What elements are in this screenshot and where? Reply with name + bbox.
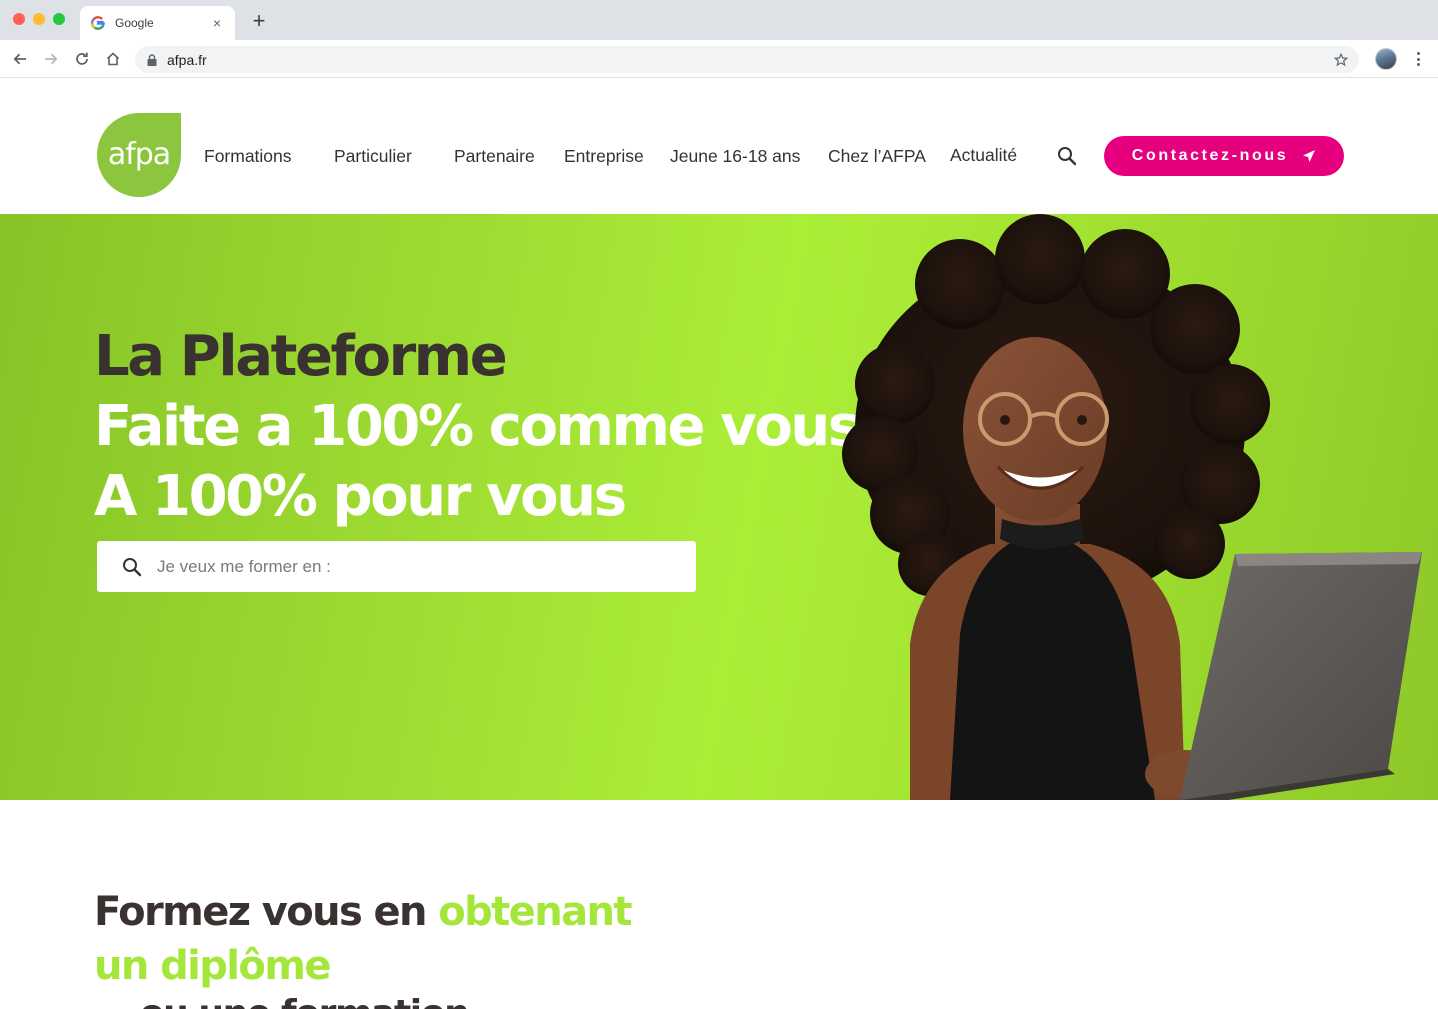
new-tab-button[interactable]: + xyxy=(248,10,270,32)
search-icon xyxy=(121,556,143,578)
lock-icon xyxy=(145,53,159,67)
forward-button[interactable] xyxy=(41,49,61,69)
nav-particulier[interactable]: Particulier xyxy=(334,146,412,167)
hero-title-line-2: Faite a 100% comme vous xyxy=(94,394,861,459)
logo-text: afpa xyxy=(107,136,171,172)
address-bar[interactable]: afpa.fr xyxy=(135,46,1359,73)
section-title: Formez vous en obtenant un diplôme xyxy=(94,885,632,993)
reload-icon xyxy=(76,52,88,65)
paper-plane-icon xyxy=(1302,149,1316,163)
maximize-window-button[interactable] xyxy=(53,13,65,25)
kebab-menu-icon[interactable] xyxy=(1410,50,1426,68)
hero-woman-with-laptop-image xyxy=(842,214,1422,800)
hero-title: La Plateforme Faite a 100% comme vous A … xyxy=(94,322,861,532)
browser-toolbar: afpa.fr xyxy=(0,40,1438,78)
contact-button-label: Contactez-nous xyxy=(1131,147,1289,164)
search-icon[interactable] xyxy=(1056,145,1078,167)
reload-button[interactable] xyxy=(72,49,92,69)
tab-close-icon[interactable]: × xyxy=(209,15,225,31)
url-text[interactable]: afpa.fr xyxy=(167,52,1333,68)
profile-avatar[interactable] xyxy=(1375,48,1397,70)
nav-entreprise[interactable]: Entreprise xyxy=(564,146,644,167)
browser-tab-bar: Google × + xyxy=(0,0,1438,40)
section-title-highlight-2: un diplôme xyxy=(94,943,331,989)
arrow-right-icon xyxy=(45,53,58,65)
tab-title: Google xyxy=(115,16,154,30)
browser-tab[interactable]: Google × xyxy=(80,6,235,40)
afpa-logo[interactable]: afpa xyxy=(97,113,181,197)
site-header: afpa Formations Particulier Partenaire E… xyxy=(0,78,1438,214)
section-title-highlight-1: obtenant xyxy=(438,889,632,935)
nav-jeune[interactable]: Jeune 16-18 ans xyxy=(670,146,800,167)
close-window-button[interactable] xyxy=(13,13,25,25)
google-g-icon xyxy=(90,15,106,31)
back-button[interactable] xyxy=(10,49,30,69)
training-search-input[interactable] xyxy=(157,556,637,577)
home-button[interactable] xyxy=(103,49,123,69)
nav-formations[interactable]: Formations xyxy=(204,146,292,167)
hero-title-line-1: La Plateforme xyxy=(94,324,508,389)
nav-chez-afpa[interactable]: Chez l’AFPA xyxy=(828,146,926,167)
arrow-left-icon xyxy=(13,53,26,65)
section-title-dark: Formez vous en xyxy=(94,889,439,935)
star-icon[interactable] xyxy=(1333,52,1349,68)
contact-button[interactable]: Contactez-nous xyxy=(1104,136,1344,176)
training-search-box[interactable] xyxy=(97,541,696,592)
nav-actualite[interactable]: Actualité xyxy=(950,145,1017,166)
hero-banner: La Plateforme Faite a 100% comme vous A … xyxy=(0,214,1438,800)
home-icon xyxy=(106,52,120,66)
nav-partenaire[interactable]: Partenaire xyxy=(454,146,535,167)
hero-title-line-3: A 100% pour vous xyxy=(94,464,627,529)
minimize-window-button[interactable] xyxy=(33,13,45,25)
section-subtitle: … ou une formation xyxy=(94,994,468,1009)
